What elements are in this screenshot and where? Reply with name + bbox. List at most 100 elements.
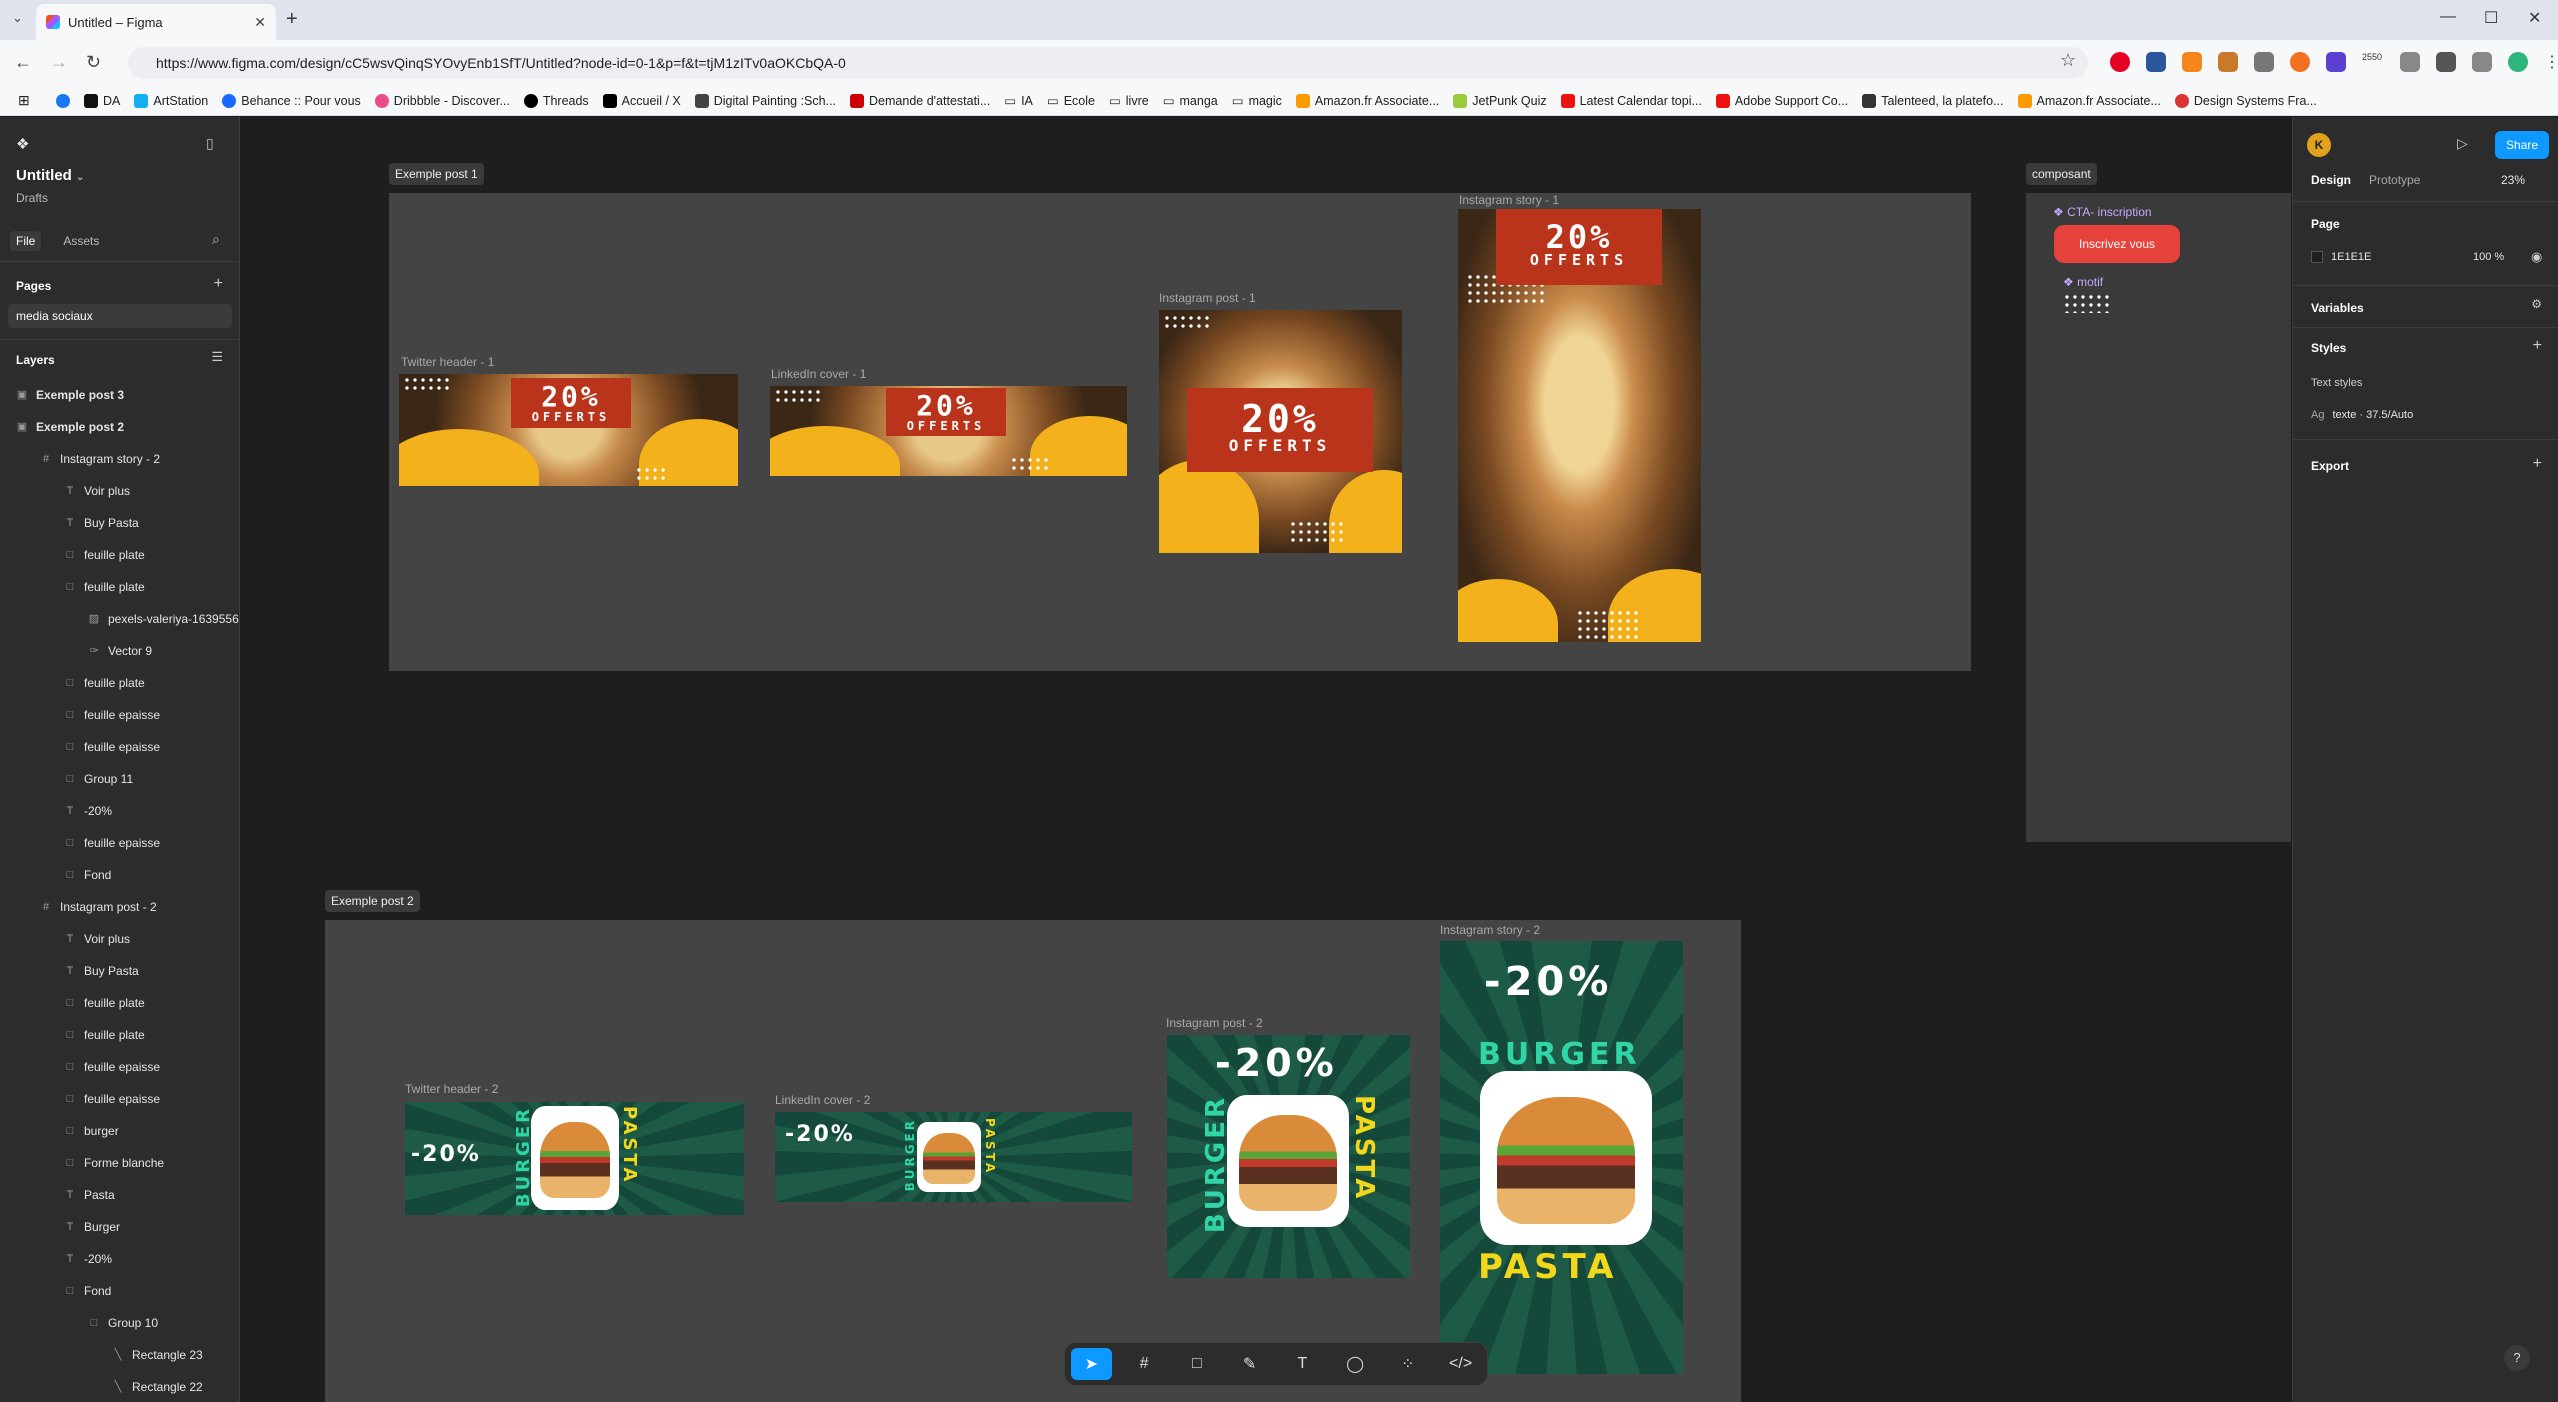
- layer-row[interactable]: ╲ Rectangle 23: [112, 1339, 203, 1371]
- linkedin-cover-1-frame[interactable]: 20% OFFERTS: [770, 386, 1127, 476]
- present-play-icon[interactable]: ▷: [2457, 135, 2468, 152]
- pen-tool-icon[interactable]: ✎: [1229, 1348, 1270, 1380]
- bookmark-item[interactable]: Latest Calendar topi...: [1560, 93, 1702, 108]
- tab-prototype[interactable]: Prototype: [2369, 173, 2420, 187]
- close-tab-icon[interactable]: ✕: [254, 14, 266, 31]
- page-color-field[interactable]: 1E1E1E: [2311, 251, 2371, 263]
- user-avatar[interactable]: K: [2307, 133, 2331, 157]
- bookmark-folder[interactable]: ▭ magic: [1232, 93, 1282, 109]
- frame-caption[interactable]: Instagram post - 2: [1166, 1016, 1263, 1030]
- bookmark-item[interactable]: Design Systems Fra...: [2174, 93, 2317, 108]
- layer-row[interactable]: T -20%: [64, 795, 112, 827]
- menu-kebab-icon[interactable]: ⋮: [2544, 52, 2558, 72]
- layer-row[interactable]: □ burger: [64, 1115, 119, 1147]
- minimize-icon[interactable]: —: [2440, 8, 2456, 26]
- frame-caption[interactable]: Instagram post - 1: [1159, 291, 1256, 305]
- bookmark-folder[interactable]: ▭ Ecole: [1047, 93, 1095, 109]
- layer-row[interactable]: T Burger: [64, 1211, 120, 1243]
- puzzle-icon[interactable]: [2400, 52, 2420, 72]
- extension-icon[interactable]: [2290, 52, 2310, 72]
- search-icon[interactable]: ⌕: [212, 231, 220, 248]
- file-title[interactable]: Untitled ⌄: [16, 167, 84, 184]
- layer-row[interactable]: □ feuille plate: [64, 571, 145, 603]
- extension-icon[interactable]: [2326, 52, 2346, 72]
- browser-tab[interactable]: Untitled – Figma ✕: [36, 4, 276, 40]
- section-label-exemple-post-1[interactable]: Exemple post 1: [389, 163, 484, 185]
- instagram-story-2-frame[interactable]: -20% BURGER PASTA: [1440, 941, 1683, 1374]
- bookmark-folder[interactable]: ▭ livre: [1109, 93, 1149, 109]
- figma-menu-icon[interactable]: ❖: [16, 135, 29, 153]
- text-style-item[interactable]: Ag texte · 37.5/Auto: [2311, 409, 2413, 421]
- add-page-icon[interactable]: +: [214, 275, 223, 293]
- bookmark-item[interactable]: ArtStation: [134, 93, 208, 108]
- bookmark-item[interactable]: Behance :: Pour vous: [222, 93, 361, 108]
- toggle-sidebar-icon[interactable]: ▯: [206, 135, 214, 152]
- page-item-media-sociaux[interactable]: media sociaux: [8, 304, 232, 328]
- bookmark-item[interactable]: Accueil / X: [602, 93, 681, 108]
- profile-avatar-icon[interactable]: [2508, 52, 2528, 72]
- extension-icon[interactable]: [2146, 52, 2166, 72]
- move-tool-icon[interactable]: ➤: [1071, 1348, 1112, 1380]
- extension-badge[interactable]: 2550: [2362, 52, 2384, 72]
- variables-settings-icon[interactable]: ⚙: [2531, 297, 2542, 311]
- collapse-layers-icon[interactable]: ☰: [211, 349, 223, 365]
- bookmark-item[interactable]: [56, 93, 70, 108]
- layer-row[interactable]: T -20%: [64, 1243, 112, 1275]
- bookmark-item[interactable]: Demande d'attestati...: [850, 93, 990, 108]
- bookmark-item[interactable]: Amazon.fr Associate...: [2017, 93, 2161, 108]
- layer-row[interactable]: ▨ pexels-valeriya-1639556: [88, 603, 239, 635]
- layer-row[interactable]: T Buy Pasta: [64, 507, 139, 539]
- add-style-icon[interactable]: +: [2533, 337, 2542, 355]
- variables-heading[interactable]: Variables: [2311, 301, 2364, 315]
- layer-row[interactable]: □ Fond: [64, 859, 112, 891]
- bookmark-item[interactable]: Amazon.fr Associate...: [1295, 93, 1439, 108]
- share-button[interactable]: Share: [2495, 131, 2549, 159]
- pinterest-icon[interactable]: [2110, 52, 2130, 72]
- bookmark-folder[interactable]: ▭ manga: [1163, 93, 1218, 109]
- frame-caption[interactable]: LinkedIn cover - 1: [771, 367, 866, 381]
- tab-design[interactable]: Design: [2311, 173, 2351, 187]
- layer-row[interactable]: T Voir plus: [64, 475, 130, 507]
- bookmark-item[interactable]: Talenteed, la platefo...: [1862, 93, 2004, 108]
- section-label-exemple-post-2[interactable]: Exemple post 2: [325, 890, 420, 912]
- component-cta-label[interactable]: ❖ CTA- inscription: [2053, 205, 2152, 219]
- layer-row[interactable]: □ feuille epaisse: [64, 731, 160, 763]
- layer-row[interactable]: □ Group 10: [88, 1307, 158, 1339]
- camera-icon[interactable]: [2254, 52, 2274, 72]
- page-opacity[interactable]: 100 %: [2473, 251, 2504, 263]
- layer-row[interactable]: □ feuille epaisse: [64, 1051, 160, 1083]
- tab-file[interactable]: File: [10, 231, 42, 251]
- layer-row[interactable]: # Instagram post - 2: [40, 891, 157, 923]
- section-composant[interactable]: [2026, 193, 2291, 842]
- tab-search-icon[interactable]: ⌄: [12, 10, 23, 26]
- page-color-value[interactable]: 1E1E1E: [2331, 251, 2371, 263]
- layer-row[interactable]: # Instagram story - 2: [40, 443, 160, 475]
- layer-row[interactable]: □ Forme blanche: [64, 1147, 164, 1179]
- frame-tool-icon[interactable]: #: [1124, 1348, 1165, 1380]
- bookmark-folder[interactable]: ▭ IA: [1004, 93, 1033, 109]
- bookmark-item[interactable]: Adobe Support Co...: [1715, 93, 1848, 108]
- media-icon[interactable]: [2436, 52, 2456, 72]
- text-tool-icon[interactable]: T: [1282, 1348, 1323, 1380]
- actions-tool-icon[interactable]: ⁘: [1388, 1348, 1429, 1380]
- bookmark-item[interactable]: Dribbble - Discover...: [374, 93, 510, 108]
- maximize-icon[interactable]: ☐: [2484, 8, 2498, 28]
- frame-caption[interactable]: Instagram story - 2: [1440, 923, 1540, 937]
- new-tab-icon[interactable]: +: [286, 8, 298, 31]
- layer-row[interactable]: ✑ Vector 9: [88, 635, 152, 667]
- layer-row[interactable]: T Buy Pasta: [64, 955, 139, 987]
- add-export-icon[interactable]: +: [2533, 455, 2542, 473]
- reload-icon[interactable]: ↻: [86, 52, 101, 73]
- layer-row[interactable]: □ feuille plate: [64, 539, 145, 571]
- comment-tool-icon[interactable]: ◯: [1335, 1348, 1376, 1380]
- bookmark-item[interactable]: DA: [84, 93, 120, 108]
- layer-row[interactable]: □ feuille epaisse: [64, 1083, 160, 1115]
- instagram-story-1-frame[interactable]: 20% OFFERTS: [1458, 209, 1701, 642]
- extension-icon[interactable]: [2218, 52, 2238, 72]
- layer-row[interactable]: □ feuille epaisse: [64, 699, 160, 731]
- section-label-composant[interactable]: composant: [2026, 163, 2097, 185]
- instagram-post-2-frame[interactable]: -20% BURGER PASTA: [1167, 1035, 1410, 1278]
- close-window-icon[interactable]: ✕: [2528, 8, 2541, 28]
- layer-row[interactable]: □ feuille plate: [64, 667, 145, 699]
- layer-row[interactable]: □ feuille epaisse: [64, 827, 160, 859]
